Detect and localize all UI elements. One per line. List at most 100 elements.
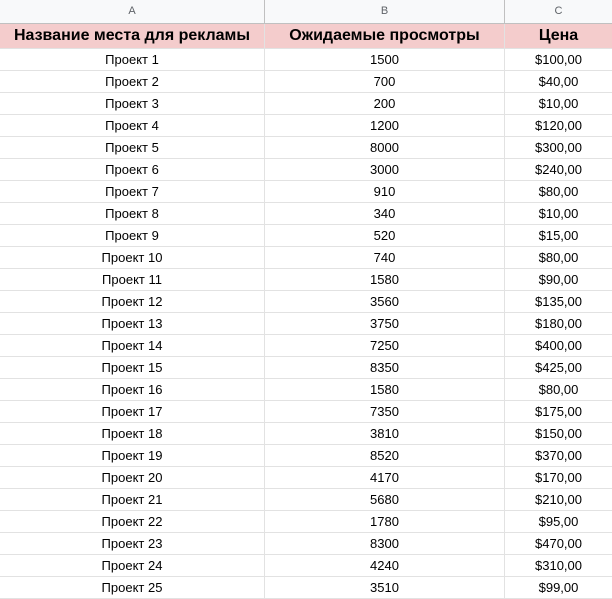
cell-views[interactable]: 7350 [265,401,505,422]
cell-name[interactable]: Проект 25 [0,577,265,598]
cell-name[interactable]: Проект 24 [0,555,265,576]
table-row: Проект 12 3560 $135,00 [0,291,612,313]
cell-views[interactable]: 1780 [265,511,505,532]
cell-views[interactable]: 1580 [265,379,505,400]
cell-views[interactable]: 1580 [265,269,505,290]
cell-price[interactable]: $15,00 [505,225,612,246]
cell-name[interactable]: Проект 1 [0,49,265,70]
cell-price[interactable]: $240,00 [505,159,612,180]
cell-name[interactable]: Проект 15 [0,357,265,378]
cell-price[interactable]: $80,00 [505,379,612,400]
cell-price[interactable]: $100,00 [505,49,612,70]
cell-price[interactable]: $425,00 [505,357,612,378]
table-row: Проект 9 520 $15,00 [0,225,612,247]
cell-price[interactable]: $95,00 [505,511,612,532]
cell-views[interactable]: 910 [265,181,505,202]
cell-views[interactable]: 340 [265,203,505,224]
cell-price[interactable]: $40,00 [505,71,612,92]
cell-price[interactable]: $135,00 [505,291,612,312]
cell-name[interactable]: Проект 10 [0,247,265,268]
cell-price[interactable]: $175,00 [505,401,612,422]
cell-views[interactable]: 7250 [265,335,505,356]
cell-price[interactable]: $370,00 [505,445,612,466]
cell-price[interactable]: $400,00 [505,335,612,356]
cell-views[interactable]: 520 [265,225,505,246]
cell-name[interactable]: Проект 13 [0,313,265,334]
cell-views[interactable]: 3560 [265,291,505,312]
cell-name[interactable]: Проект 11 [0,269,265,290]
header-cell-price[interactable]: Цена [505,24,612,48]
cell-price[interactable]: $210,00 [505,489,612,510]
cell-views[interactable]: 8350 [265,357,505,378]
table-row: Проект 21 5680 $210,00 [0,489,612,511]
cell-name[interactable]: Проект 6 [0,159,265,180]
table-row: Проект 13 3750 $180,00 [0,313,612,335]
cell-name[interactable]: Проект 5 [0,137,265,158]
cell-price[interactable]: $180,00 [505,313,612,334]
header-cell-views[interactable]: Ожидаемые просмотры [265,24,505,48]
cell-name[interactable]: Проект 7 [0,181,265,202]
cell-price[interactable]: $150,00 [505,423,612,444]
cell-views[interactable]: 3510 [265,577,505,598]
cell-name[interactable]: Проект 17 [0,401,265,422]
table-row: Проект 25 3510 $99,00 [0,577,612,599]
header-cell-name[interactable]: Название места для рекламы [0,24,265,48]
table-row: Проект 5 8000 $300,00 [0,137,612,159]
cell-price[interactable]: $80,00 [505,181,612,202]
spreadsheet-grid: A B C Название места для рекламы Ожидаем… [0,0,612,599]
cell-views[interactable]: 8300 [265,533,505,554]
cell-name[interactable]: Проект 4 [0,115,265,136]
table-row: Проект 17 7350 $175,00 [0,401,612,423]
cell-price[interactable]: $10,00 [505,93,612,114]
cell-name[interactable]: Проект 23 [0,533,265,554]
table-row: Проект 19 8520 $370,00 [0,445,612,467]
column-header-c[interactable]: C [505,0,612,23]
cell-name[interactable]: Проект 2 [0,71,265,92]
table-row: Проект 18 3810 $150,00 [0,423,612,445]
cell-name[interactable]: Проект 19 [0,445,265,466]
cell-views[interactable]: 5680 [265,489,505,510]
cell-views[interactable]: 1200 [265,115,505,136]
cell-views[interactable]: 740 [265,247,505,268]
column-header-b[interactable]: B [265,0,505,23]
table-row: Проект 6 3000 $240,00 [0,159,612,181]
cell-views[interactable]: 3000 [265,159,505,180]
cell-views[interactable]: 3750 [265,313,505,334]
cell-views[interactable]: 4240 [265,555,505,576]
cell-name[interactable]: Проект 9 [0,225,265,246]
table-row: Проект 20 4170 $170,00 [0,467,612,489]
cell-price[interactable]: $120,00 [505,115,612,136]
cell-name[interactable]: Проект 14 [0,335,265,356]
cell-price[interactable]: $170,00 [505,467,612,488]
cell-name[interactable]: Проект 18 [0,423,265,444]
cell-price[interactable]: $300,00 [505,137,612,158]
cell-price[interactable]: $90,00 [505,269,612,290]
cell-name[interactable]: Проект 20 [0,467,265,488]
table-row: Проект 24 4240 $310,00 [0,555,612,577]
cell-price[interactable]: $310,00 [505,555,612,576]
cell-price[interactable]: $10,00 [505,203,612,224]
cell-name[interactable]: Проект 12 [0,291,265,312]
cell-name[interactable]: Проект 16 [0,379,265,400]
table-row: Проект 16 1580 $80,00 [0,379,612,401]
cell-views[interactable]: 4170 [265,467,505,488]
table-row: Проект 1 1500 $100,00 [0,49,612,71]
cell-name[interactable]: Проект 8 [0,203,265,224]
cell-views[interactable]: 1500 [265,49,505,70]
cell-views[interactable]: 200 [265,93,505,114]
cell-price[interactable]: $80,00 [505,247,612,268]
cell-name[interactable]: Проект 22 [0,511,265,532]
cell-views[interactable]: 3810 [265,423,505,444]
cell-price[interactable]: $470,00 [505,533,612,554]
cell-price[interactable]: $99,00 [505,577,612,598]
table-row: Проект 2 700 $40,00 [0,71,612,93]
cell-name[interactable]: Проект 3 [0,93,265,114]
column-header-a[interactable]: A [0,0,265,23]
cell-name[interactable]: Проект 21 [0,489,265,510]
cell-views[interactable]: 8000 [265,137,505,158]
cell-views[interactable]: 8520 [265,445,505,466]
table-row: Проект 10 740 $80,00 [0,247,612,269]
cell-views[interactable]: 700 [265,71,505,92]
column-header-bar: A B C [0,0,612,24]
table-row: Проект 4 1200 $120,00 [0,115,612,137]
